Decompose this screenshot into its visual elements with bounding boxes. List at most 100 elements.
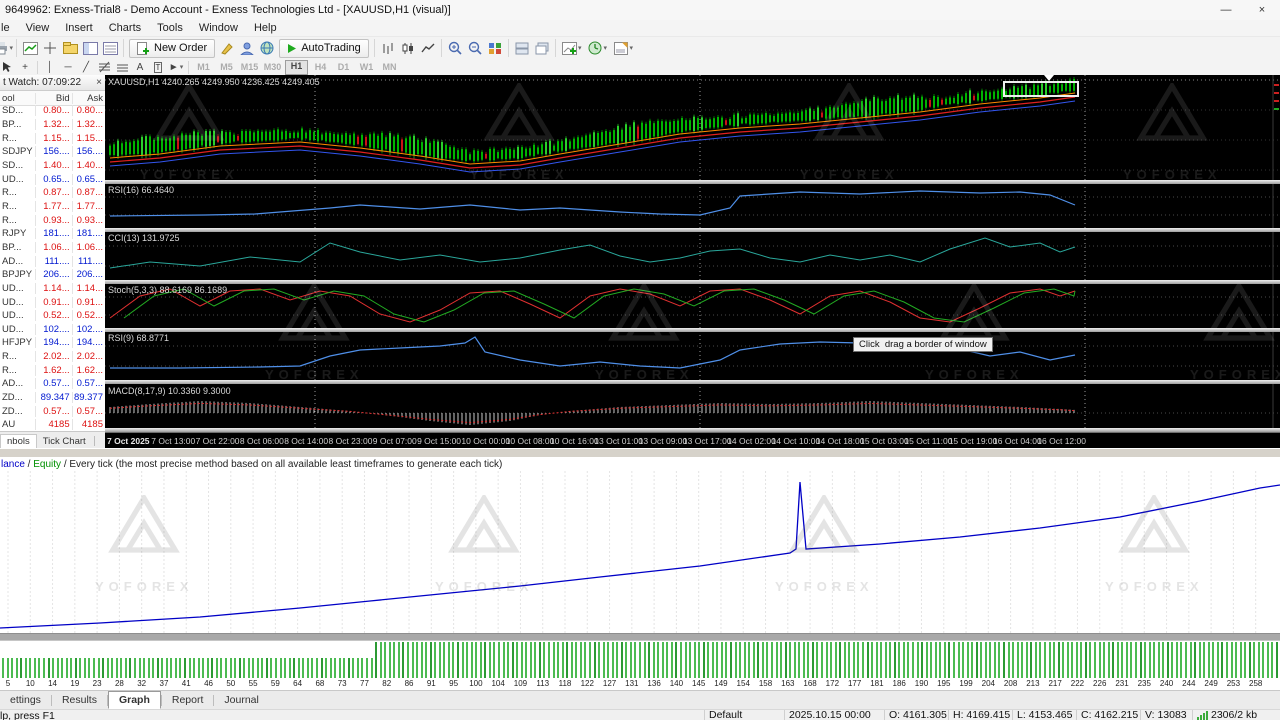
menu-item-insert[interactable]: Insert: [57, 22, 101, 34]
arrows-tool-icon[interactable]: ► ▾: [167, 60, 185, 74]
menu-item-help[interactable]: Help: [246, 22, 285, 34]
periods-icon[interactable]: ▾: [585, 39, 611, 57]
menu-item-charts[interactable]: Charts: [101, 22, 149, 34]
histogram-bar: [147, 658, 150, 678]
timeframe-h4[interactable]: H4: [310, 61, 331, 74]
tab-results[interactable]: Results: [52, 691, 107, 709]
table-row[interactable]: BPJPY 206.... 206....: [0, 268, 105, 282]
table-row[interactable]: UD... 1.14... 1.14...: [0, 282, 105, 296]
menu-item-view[interactable]: View: [18, 22, 58, 34]
close-button[interactable]: ×: [1244, 4, 1280, 16]
timeframe-m30[interactable]: M30: [262, 61, 283, 74]
histogram-bar: [557, 642, 560, 678]
ask-cell: 0.91...: [76, 296, 103, 308]
table-row[interactable]: R... 2.02... 2.02...: [0, 350, 105, 364]
table-row[interactable]: HFJPY 194.... 194....: [0, 336, 105, 350]
table-row[interactable]: UD... 102.... 102....: [0, 323, 105, 337]
timeframe-h1[interactable]: H1: [285, 59, 308, 75]
status-profile[interactable]: Default: [704, 710, 784, 720]
histogram-bar: [397, 642, 400, 678]
trendline-icon[interactable]: ╱: [77, 60, 95, 74]
menu-item-tools[interactable]: Tools: [149, 22, 191, 34]
templates-icon[interactable]: ▾: [611, 39, 637, 57]
ask-cell: 1.40...: [76, 159, 103, 171]
table-row[interactable]: R... 1.62... 1.62...: [0, 363, 105, 377]
table-row[interactable]: UD... 0.91... 0.91...: [0, 295, 105, 309]
table-row[interactable]: AU 4185 4185: [0, 418, 105, 432]
histogram-bar: [1235, 642, 1238, 678]
expert-advisors-icon[interactable]: [237, 39, 257, 57]
cascade-windows-icon[interactable]: [532, 39, 552, 57]
histogram-bar: [780, 642, 783, 678]
timeframe-m15[interactable]: M15: [239, 61, 260, 74]
crosshair-tool-icon[interactable]: +: [16, 60, 34, 74]
pane-separator[interactable]: [105, 228, 1280, 232]
pane-separator[interactable]: [105, 180, 1280, 184]
horizontal-line-icon[interactable]: ─: [59, 60, 77, 74]
scripts-icon[interactable]: [217, 39, 237, 57]
data-window-icon[interactable]: [100, 39, 120, 57]
pane-separator[interactable]: [105, 328, 1280, 332]
zoom-in-icon[interactable]: [445, 39, 465, 57]
timeframe-d1[interactable]: D1: [333, 61, 354, 74]
tab-report[interactable]: Report: [162, 691, 214, 709]
table-row[interactable]: R... 0.87... 0.87...: [0, 186, 105, 200]
table-row[interactable]: AD... 0.57... 0.57...: [0, 377, 105, 391]
bar-chart-icon[interactable]: [378, 39, 398, 57]
market-watch-close-icon[interactable]: ×: [96, 77, 102, 88]
table-row[interactable]: SD... 0.80... 0.80...: [0, 104, 105, 118]
new-chart-icon[interactable]: [20, 39, 40, 57]
tester-graph[interactable]: [0, 457, 1280, 635]
table-row[interactable]: R... 1.77... 1.77...: [0, 200, 105, 214]
table-row[interactable]: BP... 1.06... 1.06...: [0, 241, 105, 255]
timeframe-m1[interactable]: M1: [193, 61, 214, 74]
timeframe-mn[interactable]: MN: [379, 61, 400, 74]
menu-item-le[interactable]: le: [0, 22, 18, 34]
crosshair-icon[interactable]: [40, 39, 60, 57]
channels-icon[interactable]: [113, 60, 131, 74]
vertical-line-icon[interactable]: │: [41, 60, 59, 74]
chart-area[interactable]: YOFOREX YOFOREX YOFOREX YOFOREX YOFOREX YOFOR…: [105, 75, 1280, 448]
minimize-button[interactable]: —: [1208, 4, 1244, 16]
x-axis-label: 244: [1182, 679, 1196, 688]
table-row[interactable]: ZD... 0.57... 0.57...: [0, 404, 105, 418]
table-row[interactable]: R... 1.15... 1.15...: [0, 131, 105, 145]
menu-item-window[interactable]: Window: [191, 22, 246, 34]
line-chart-icon[interactable]: [418, 39, 438, 57]
printer-icon[interactable]: ▾: [0, 39, 13, 57]
histogram-bar: [966, 642, 969, 678]
table-row[interactable]: ZD... 89.347 89.377: [0, 391, 105, 405]
tab-journal[interactable]: Journal: [214, 691, 268, 709]
market-watch-icon[interactable]: [80, 39, 100, 57]
table-row[interactable]: SDJPY 156.... 156....: [0, 145, 105, 159]
autotrading-button[interactable]: AutoTrading: [279, 38, 369, 58]
table-row[interactable]: UD... 0.52... 0.52...: [0, 309, 105, 323]
histogram-bar: [561, 642, 564, 678]
candlestick-chart-icon[interactable]: [398, 39, 418, 57]
pane-separator[interactable]: [105, 380, 1280, 384]
pane-separator[interactable]: [105, 280, 1280, 284]
profiles-icon[interactable]: [60, 39, 80, 57]
timeframe-w1[interactable]: W1: [356, 61, 377, 74]
text-tool-icon[interactable]: A: [131, 60, 149, 74]
zoom-out-icon[interactable]: [465, 39, 485, 57]
timeframe-m5[interactable]: M5: [216, 61, 237, 74]
table-row[interactable]: BP... 1.32... 1.32...: [0, 118, 105, 132]
table-row[interactable]: AD... 111.... 111....: [0, 254, 105, 268]
arrange-windows-icon[interactable]: [512, 39, 532, 57]
tab-symbols[interactable]: nbols: [0, 434, 37, 448]
tab-ettings[interactable]: ettings: [0, 691, 51, 709]
indicators-icon[interactable]: ▾: [559, 39, 585, 57]
tab-graph[interactable]: Graph: [107, 691, 161, 709]
table-row[interactable]: SD... 1.40... 1.40...: [0, 159, 105, 173]
new-order-button[interactable]: New Order: [129, 38, 216, 58]
cursor-icon[interactable]: [0, 60, 16, 74]
globe-icon[interactable]: [257, 39, 277, 57]
tile-windows-icon[interactable]: [485, 39, 505, 57]
table-row[interactable]: R... 0.93... 0.93...: [0, 213, 105, 227]
fibonacci-icon[interactable]: [95, 60, 113, 74]
label-tool-icon[interactable]: T: [149, 60, 167, 74]
table-row[interactable]: RJPY 181.... 181....: [0, 227, 105, 241]
tab-tick-chart[interactable]: Tick Chart: [37, 435, 92, 448]
table-row[interactable]: UD... 0.65... 0.65...: [0, 172, 105, 186]
